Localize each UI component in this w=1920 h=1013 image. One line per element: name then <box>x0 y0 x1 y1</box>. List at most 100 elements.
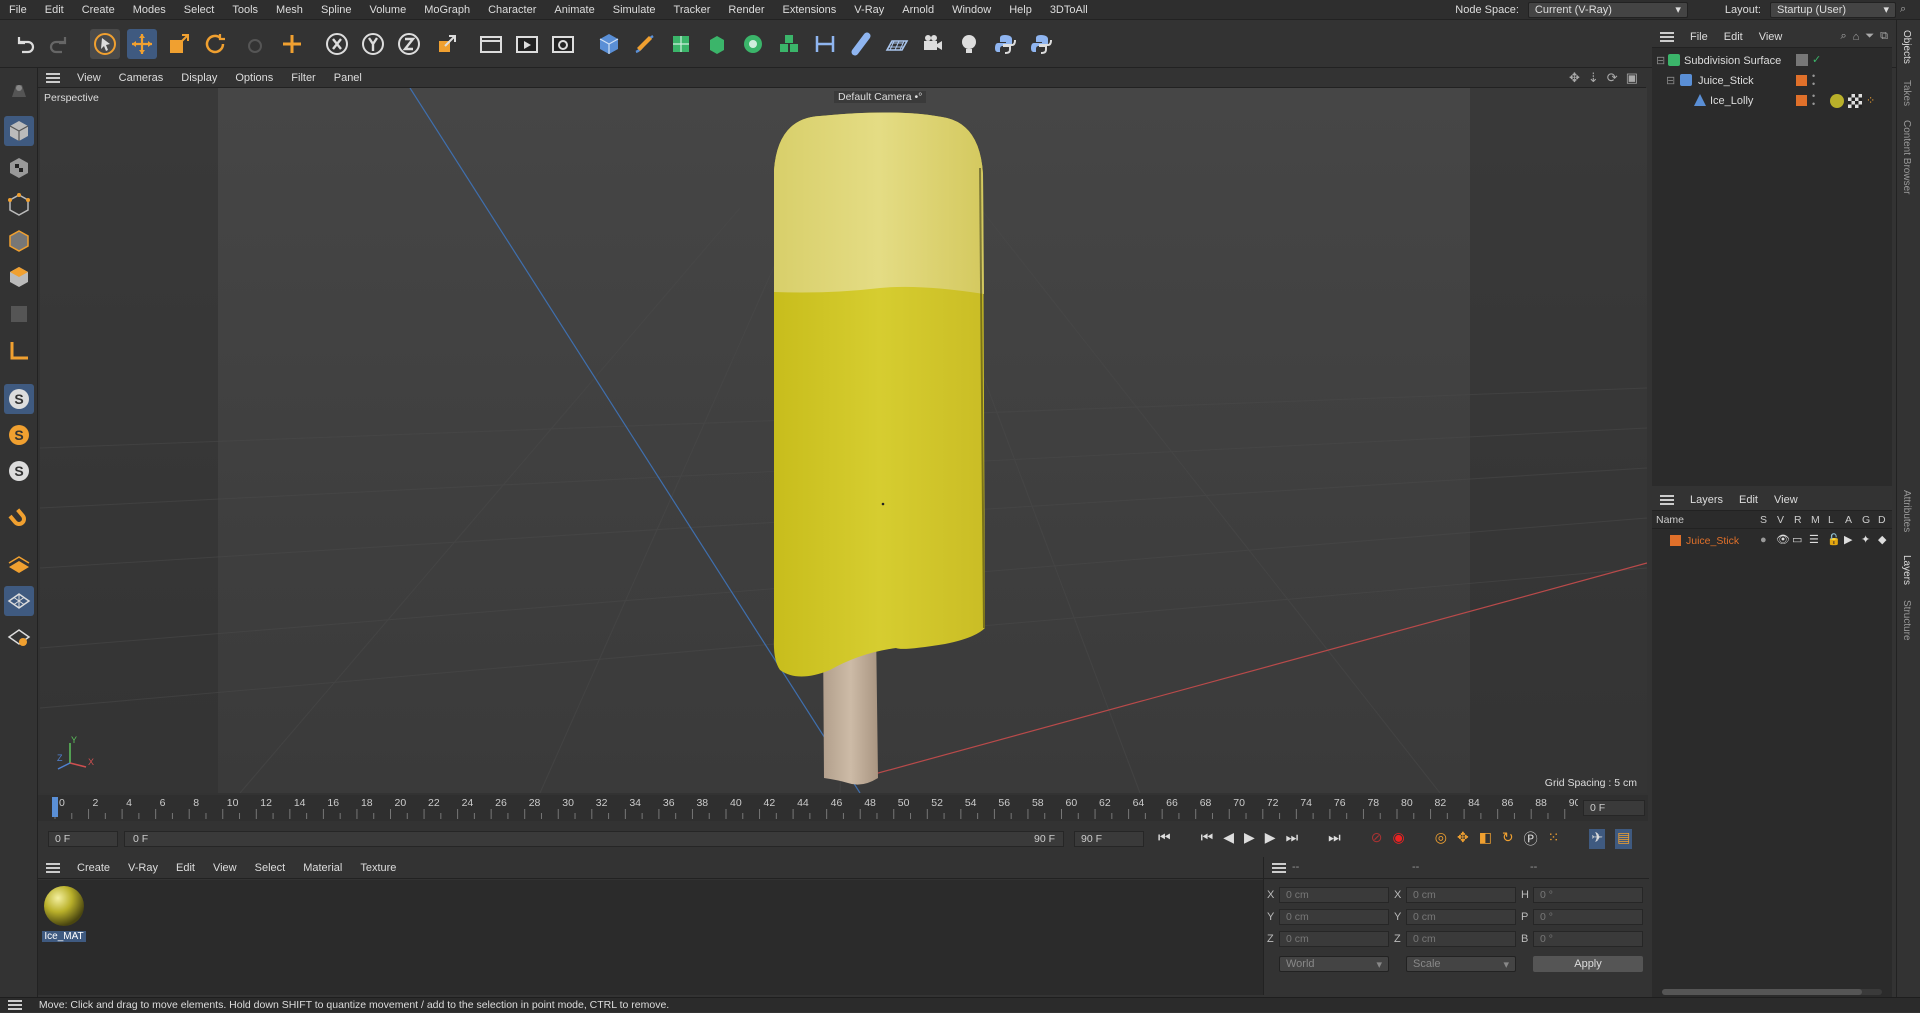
search-icon[interactable]: ⌕ <box>1900 3 1916 16</box>
rot-p-field[interactable]: 0 ° <box>1533 909 1643 925</box>
frame-range-slider[interactable]: 0 F 90 F <box>124 831 1064 847</box>
menu-mesh[interactable]: Mesh <box>267 0 312 20</box>
menu-volume[interactable]: Volume <box>361 0 416 20</box>
cube-icon[interactable] <box>594 29 624 59</box>
dolly-view-icon[interactable]: ⇣ <box>1588 70 1599 86</box>
viewport-menu-display[interactable]: Display <box>172 72 226 84</box>
menu-simulate[interactable]: Simulate <box>604 0 665 20</box>
camera-label[interactable]: Default Camera •° <box>834 91 927 103</box>
material-menu-view[interactable]: View <box>204 862 246 874</box>
tab-objects[interactable]: Objects <box>1901 30 1912 64</box>
3d-viewport[interactable]: Perspective Default Camera •° Grid Spaci… <box>40 88 1647 793</box>
hamburger-icon[interactable] <box>1272 862 1286 873</box>
object-row[interactable]: Ice_Lolly • • ⁘ <box>1652 92 1892 110</box>
redo-icon[interactable] <box>44 29 74 59</box>
light-icon[interactable] <box>954 29 984 59</box>
grid-workplane-icon[interactable] <box>4 586 34 616</box>
tab-layers[interactable]: Layers <box>1901 555 1912 585</box>
visibility-dots-icon[interactable]: • • <box>1812 72 1815 89</box>
viewport-menu-cameras[interactable]: Cameras <box>110 72 173 84</box>
hamburger-icon[interactable] <box>8 1000 22 1011</box>
horizontal-scrollbar[interactable] <box>1662 989 1882 995</box>
menu-animate[interactable]: Animate <box>545 0 603 20</box>
size-y-field[interactable]: 0 cm <box>1406 909 1516 925</box>
object-row[interactable]: ⊟ Subdivision Surface ✓ <box>1652 52 1892 70</box>
material-menu-select[interactable]: Select <box>246 862 295 874</box>
lock-icon[interactable]: 🔓 <box>1827 533 1841 546</box>
render-picture-viewer-icon[interactable] <box>512 29 542 59</box>
z-axis-lock-icon[interactable] <box>394 29 424 59</box>
tab-structure[interactable]: Structure <box>1901 600 1912 641</box>
apply-button[interactable]: Apply <box>1533 956 1643 972</box>
viewport-menu-filter[interactable]: Filter <box>282 72 324 84</box>
keyframe-selection-icon[interactable]: ◎ <box>1435 829 1447 849</box>
menu-spline[interactable]: Spline <box>312 0 361 20</box>
hamburger-icon[interactable] <box>1660 494 1674 505</box>
play-icon[interactable]: ▶ <box>1244 829 1255 849</box>
deformer-icon[interactable]: ◆ <box>1878 533 1886 546</box>
node-space-dropdown[interactable]: Current (V-Ray) ▾ <box>1527 1 1688 18</box>
menu-3dtoall[interactable]: 3DToAll <box>1041 0 1097 20</box>
phong-tag-icon[interactable]: ⁘ <box>1866 94 1875 107</box>
key-scale-icon[interactable]: ◧ <box>1479 829 1492 849</box>
pos-z-field[interactable]: 0 cm <box>1279 931 1389 947</box>
menu-window[interactable]: Window <box>943 0 1000 20</box>
hamburger-icon[interactable] <box>46 72 60 83</box>
camera-icon[interactable] <box>918 29 948 59</box>
extrude-icon[interactable] <box>702 29 732 59</box>
start-frame-field[interactable]: 0 F <box>48 831 118 847</box>
select-tool-icon[interactable] <box>90 29 120 59</box>
layout-dropdown[interactable]: Startup (User) ▾ <box>1770 1 1896 18</box>
material-menu-material[interactable]: Material <box>294 862 351 874</box>
magnet-icon[interactable] <box>4 504 34 534</box>
deformer-icon[interactable] <box>810 29 840 59</box>
layer-color-icon[interactable] <box>1796 75 1807 86</box>
menu-mograph[interactable]: MoGraph <box>415 0 479 20</box>
menu-tools[interactable]: Tools <box>223 0 267 20</box>
layer-color-icon[interactable] <box>1796 95 1807 106</box>
rotate-tool-icon[interactable] <box>200 29 230 59</box>
timeline-ruler[interactable]: 0 2 4 6 8 10 12 14 16 18 20 22 24 26 28 30 32 34 36 38 40 42 4… <box>38 795 1648 821</box>
object-menu-file[interactable]: File <box>1682 31 1716 43</box>
pen-spline-icon[interactable] <box>630 29 660 59</box>
layer-row[interactable]: Juice_Stick ● 👁 ▭ ☰ 🔓 ▶ ✦ ◆ <box>1652 531 1892 549</box>
layer-menu-edit[interactable]: Edit <box>1731 494 1766 506</box>
timeline-window-icon[interactable]: ▤ <box>1615 829 1633 849</box>
material-menu-create[interactable]: Create <box>68 862 119 874</box>
end-frame-field[interactable]: 90 F <box>1074 831 1144 847</box>
maximize-view-icon[interactable]: ▣ <box>1626 70 1638 86</box>
size-mode-dropdown[interactable]: Scale ▾ <box>1406 956 1516 972</box>
viewport-menu-view[interactable]: View <box>68 72 110 84</box>
eye-icon[interactable]: 👁 <box>1776 533 1790 546</box>
home-icon[interactable]: ⌂ <box>1853 31 1860 43</box>
menu-render[interactable]: Render <box>719 0 773 20</box>
cloner-icon[interactable] <box>738 29 768 59</box>
filter-icon[interactable]: ⏷ <box>1865 30 1874 43</box>
solo-dot-icon[interactable]: ● <box>1760 534 1767 546</box>
pos-y-field[interactable]: 0 cm <box>1279 909 1389 925</box>
previous-frame-icon[interactable]: ◀ <box>1223 829 1234 849</box>
axis-mode-icon[interactable] <box>4 336 34 366</box>
tab-content-browser[interactable]: Content Browser <box>1901 120 1912 194</box>
menu-modes[interactable]: Modes <box>124 0 175 20</box>
key-pla-icon[interactable]: ⁙ <box>1548 829 1560 849</box>
tab-attributes[interactable]: Attributes <box>1901 490 1912 532</box>
orbit-view-icon[interactable]: ⟳ <box>1607 70 1618 86</box>
search-icon[interactable]: ⌕ <box>1841 30 1847 43</box>
layer-menu-layers[interactable]: Layers <box>1682 494 1731 506</box>
menu-character[interactable]: Character <box>479 0 545 20</box>
next-frame-icon[interactable]: ▶ <box>1265 829 1276 849</box>
edges-mode-icon[interactable] <box>4 226 34 256</box>
snap-icon[interactable]: S <box>4 384 34 414</box>
previous-key-icon[interactable]: ⏮ <box>1201 829 1214 849</box>
planar-workplane-icon[interactable] <box>4 622 34 652</box>
coordinate-system-icon[interactable] <box>432 29 462 59</box>
autokey-off-icon[interactable]: ⊘ <box>1371 829 1383 849</box>
hamburger-icon[interactable] <box>46 862 60 873</box>
material-tag-icon[interactable] <box>1830 94 1844 108</box>
object-menu-edit[interactable]: Edit <box>1716 31 1751 43</box>
undo-icon[interactable] <box>10 29 40 59</box>
object-menu-view[interactable]: View <box>1751 31 1791 43</box>
menu-select[interactable]: Select <box>175 0 224 20</box>
key-parameter-icon[interactable]: Ⓟ <box>1524 829 1538 849</box>
